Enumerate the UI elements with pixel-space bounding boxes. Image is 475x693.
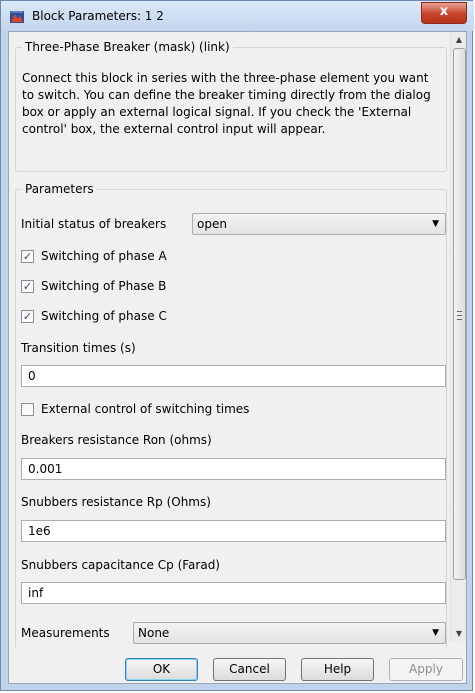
close-button[interactable]: x <box>421 2 467 24</box>
phase-b-label: Switching of Phase B <box>41 279 167 293</box>
measurements-select[interactable]: None ▼ <box>133 622 446 644</box>
check-icon: ✓ <box>22 250 33 263</box>
check-icon: ✓ <box>22 310 33 323</box>
ok-button[interactable]: OK <box>125 658 198 681</box>
rp-input[interactable]: 1e6 <box>21 520 446 542</box>
phase-a-label: Switching of phase A <box>41 249 167 263</box>
measurements-value: None <box>138 626 170 640</box>
dialog-client-area: Three-Phase Breaker (mask) (link) Connec… <box>8 31 467 684</box>
phase-a-checkbox[interactable]: ✓ <box>21 250 34 263</box>
title-bar[interactable]: Block Parameters: 1 2 x <box>1 1 474 31</box>
parameters-header: Parameters <box>22 182 97 196</box>
mask-description: Connect this block in series with the th… <box>22 71 431 136</box>
scroll-up-icon[interactable]: ▲ <box>451 32 466 48</box>
chevron-down-icon: ▼ <box>432 628 439 638</box>
cancel-button[interactable]: Cancel <box>213 658 286 681</box>
parameters-scroll-area: Three-Phase Breaker (mask) (link) Connec… <box>9 32 449 649</box>
close-icon: x <box>439 4 449 19</box>
phase-c-checkbox[interactable]: ✓ <box>21 310 34 323</box>
cp-input[interactable]: inf <box>21 582 446 604</box>
initial-status-label: Initial status of breakers <box>21 217 167 231</box>
ron-label: Breakers resistance Ron (ohms) <box>21 433 212 447</box>
cp-label: Snubbers capacitance Cp (Farad) <box>21 558 220 572</box>
rp-label: Snubbers resistance Rp (Ohms) <box>21 495 211 509</box>
simulink-app-icon <box>10 11 24 23</box>
block-parameters-window: Block Parameters: 1 2 x Three-Phase Brea… <box>0 0 474 691</box>
chevron-down-icon: ▼ <box>432 219 439 229</box>
measurements-label: Measurements <box>21 626 110 640</box>
ron-input[interactable]: 0.001 <box>21 458 446 480</box>
mask-description-group: Three-Phase Breaker (mask) (link) Connec… <box>15 40 447 172</box>
apply-button[interactable]: Apply <box>389 658 463 681</box>
phase-b-checkbox[interactable]: ✓ <box>21 280 34 293</box>
mask-header: Three-Phase Breaker (mask) (link) <box>22 40 233 54</box>
check-icon: ✓ <box>22 280 33 293</box>
transition-times-input[interactable]: 0 <box>21 365 446 387</box>
scroll-down-icon[interactable]: ▼ <box>451 626 466 642</box>
initial-status-select[interactable]: open ▼ <box>192 213 446 235</box>
help-button[interactable]: Help <box>301 658 374 681</box>
scrollbar-thumb[interactable] <box>453 48 466 580</box>
vertical-scrollbar[interactable]: ▲ ▼ <box>450 32 466 642</box>
grip-icon <box>457 311 462 320</box>
phase-c-label: Switching of phase C <box>41 309 167 323</box>
external-control-label: External control of switching times <box>41 402 250 416</box>
transition-times-label: Transition times (s) <box>21 341 136 355</box>
window-title: Block Parameters: 1 2 <box>32 9 164 23</box>
external-control-checkbox[interactable] <box>21 403 34 416</box>
initial-status-value: open <box>197 217 227 231</box>
